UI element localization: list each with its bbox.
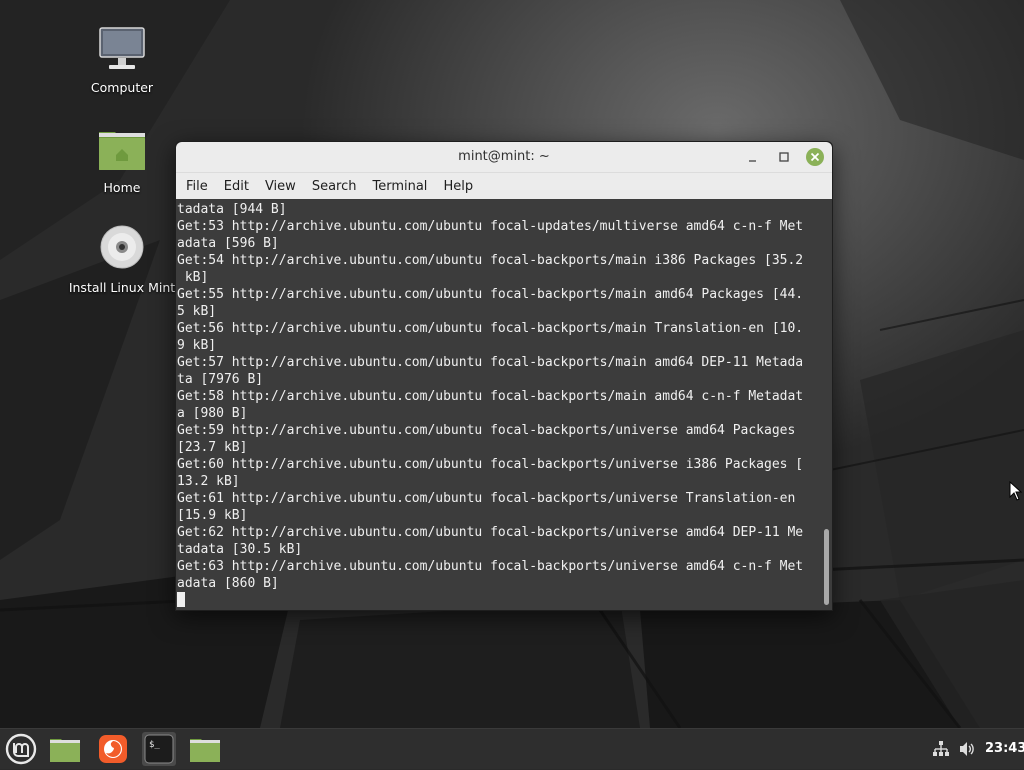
desktop-icon-label: Install Linux Mint: [68, 280, 176, 295]
terminal-line: 5 kB]: [177, 304, 217, 319]
minimize-icon: [749, 160, 756, 162]
terminal-line: Get:58 http://archive.ubuntu.com/ubuntu …: [177, 389, 804, 404]
desktop-icon-label: Home: [103, 180, 141, 195]
terminal-line: adata [596 B]: [177, 236, 279, 251]
folder-icon: [190, 739, 220, 762]
terminal-line: Get:55 http://archive.ubuntu.com/ubuntu …: [177, 287, 804, 302]
menu-button[interactable]: [4, 732, 38, 766]
taskbar-terminal-button[interactable]: $_: [142, 732, 176, 766]
terminal-output-area[interactable]: tadata [944 B] Get:53 http://archive.ubun…: [176, 199, 832, 610]
terminal-line: Get:53 http://archive.ubuntu.com/ubuntu …: [177, 219, 804, 234]
menu-terminal[interactable]: Terminal: [364, 176, 435, 197]
text-cursor: [177, 592, 185, 607]
svg-text:$_: $_: [149, 740, 160, 750]
terminal-line: Get:57 http://archive.ubuntu.com/ubuntu …: [177, 355, 804, 370]
terminal-line: ta [7976 B]: [177, 372, 264, 387]
terminal-line: Get:56 http://archive.ubuntu.com/ubuntu …: [177, 321, 804, 336]
home-folder-icon: [96, 124, 148, 176]
terminal-icon: $_: [144, 734, 174, 764]
maximize-icon: [779, 152, 789, 162]
terminal-line: Get:61 http://archive.ubuntu.com/ubuntu …: [177, 491, 796, 506]
close-button[interactable]: [805, 147, 825, 167]
terminal-line: Get:63 http://archive.ubuntu.com/ubuntu …: [177, 559, 804, 574]
terminal-scrollbar[interactable]: [824, 529, 829, 605]
minimize-button[interactable]: [743, 147, 763, 167]
taskbar: $_ 23:43: [0, 728, 1024, 769]
firefox-icon: [99, 735, 127, 763]
menu-help[interactable]: Help: [435, 176, 481, 197]
mouse-pointer-icon: [1009, 480, 1023, 505]
menu-view[interactable]: View: [257, 176, 304, 197]
window-title: mint@mint: ~: [458, 149, 550, 164]
terminal-line: tadata [30.5 kB]: [177, 542, 303, 557]
network-tray-button[interactable]: [932, 740, 950, 758]
mint-logo-icon: [5, 733, 37, 765]
volume-icon: [960, 742, 974, 756]
menu-search[interactable]: Search: [304, 176, 365, 197]
taskbar-folder-button[interactable]: [188, 732, 222, 766]
terminal-line: Get:60 http://archive.ubuntu.com/ubuntu …: [177, 457, 804, 472]
cd-disc-icon: [96, 224, 148, 276]
terminal-line: kB]: [177, 270, 209, 285]
terminal-prompt-line: [177, 592, 821, 609]
terminal-line: [23.7 kB]: [177, 440, 248, 455]
volume-tray-button[interactable]: [958, 740, 976, 758]
folder-icon: [50, 739, 80, 762]
desktop-icon-install-linux-mint[interactable]: Install Linux Mint: [67, 224, 177, 295]
terminal-line: adata [860 B]: [177, 576, 279, 591]
maximize-button[interactable]: [774, 147, 794, 167]
terminal-line: a [980 B]: [177, 406, 248, 421]
menu-bar: File Edit View Search Terminal Help: [176, 173, 832, 199]
terminal-line: Get:62 http://archive.ubuntu.com/ubuntu …: [177, 525, 804, 540]
terminal-line: tadata [944 B]: [177, 202, 287, 217]
computer-icon: [96, 24, 148, 76]
close-icon: [806, 148, 824, 166]
menu-edit[interactable]: Edit: [216, 176, 257, 197]
terminal-line: 9 kB]: [177, 338, 217, 353]
terminal-text: tadata [944 B] Get:53 http://archive.ubun…: [177, 201, 821, 609]
terminal-window[interactable]: mint@mint: ~ File Edit View Search Termi…: [175, 141, 833, 611]
menu-file[interactable]: File: [178, 176, 216, 197]
terminal-line: Get:54 http://archive.ubuntu.com/ubuntu …: [177, 253, 804, 268]
desktop-icon-computer[interactable]: Computer: [67, 24, 177, 95]
desktop-icon-label: Computer: [90, 80, 154, 95]
terminal-line: 13.2 kB]: [177, 474, 240, 489]
desktop-icon-home[interactable]: Home: [67, 124, 177, 195]
taskbar-files-button[interactable]: [48, 732, 82, 766]
window-titlebar[interactable]: mint@mint: ~: [176, 142, 832, 173]
taskbar-firefox-button[interactable]: [96, 732, 130, 766]
taskbar-clock[interactable]: 23:43: [985, 741, 1024, 756]
network-icon: [933, 741, 949, 756]
terminal-line: [15.9 kB]: [177, 508, 248, 523]
terminal-line: Get:59 http://archive.ubuntu.com/ubuntu …: [177, 423, 796, 438]
